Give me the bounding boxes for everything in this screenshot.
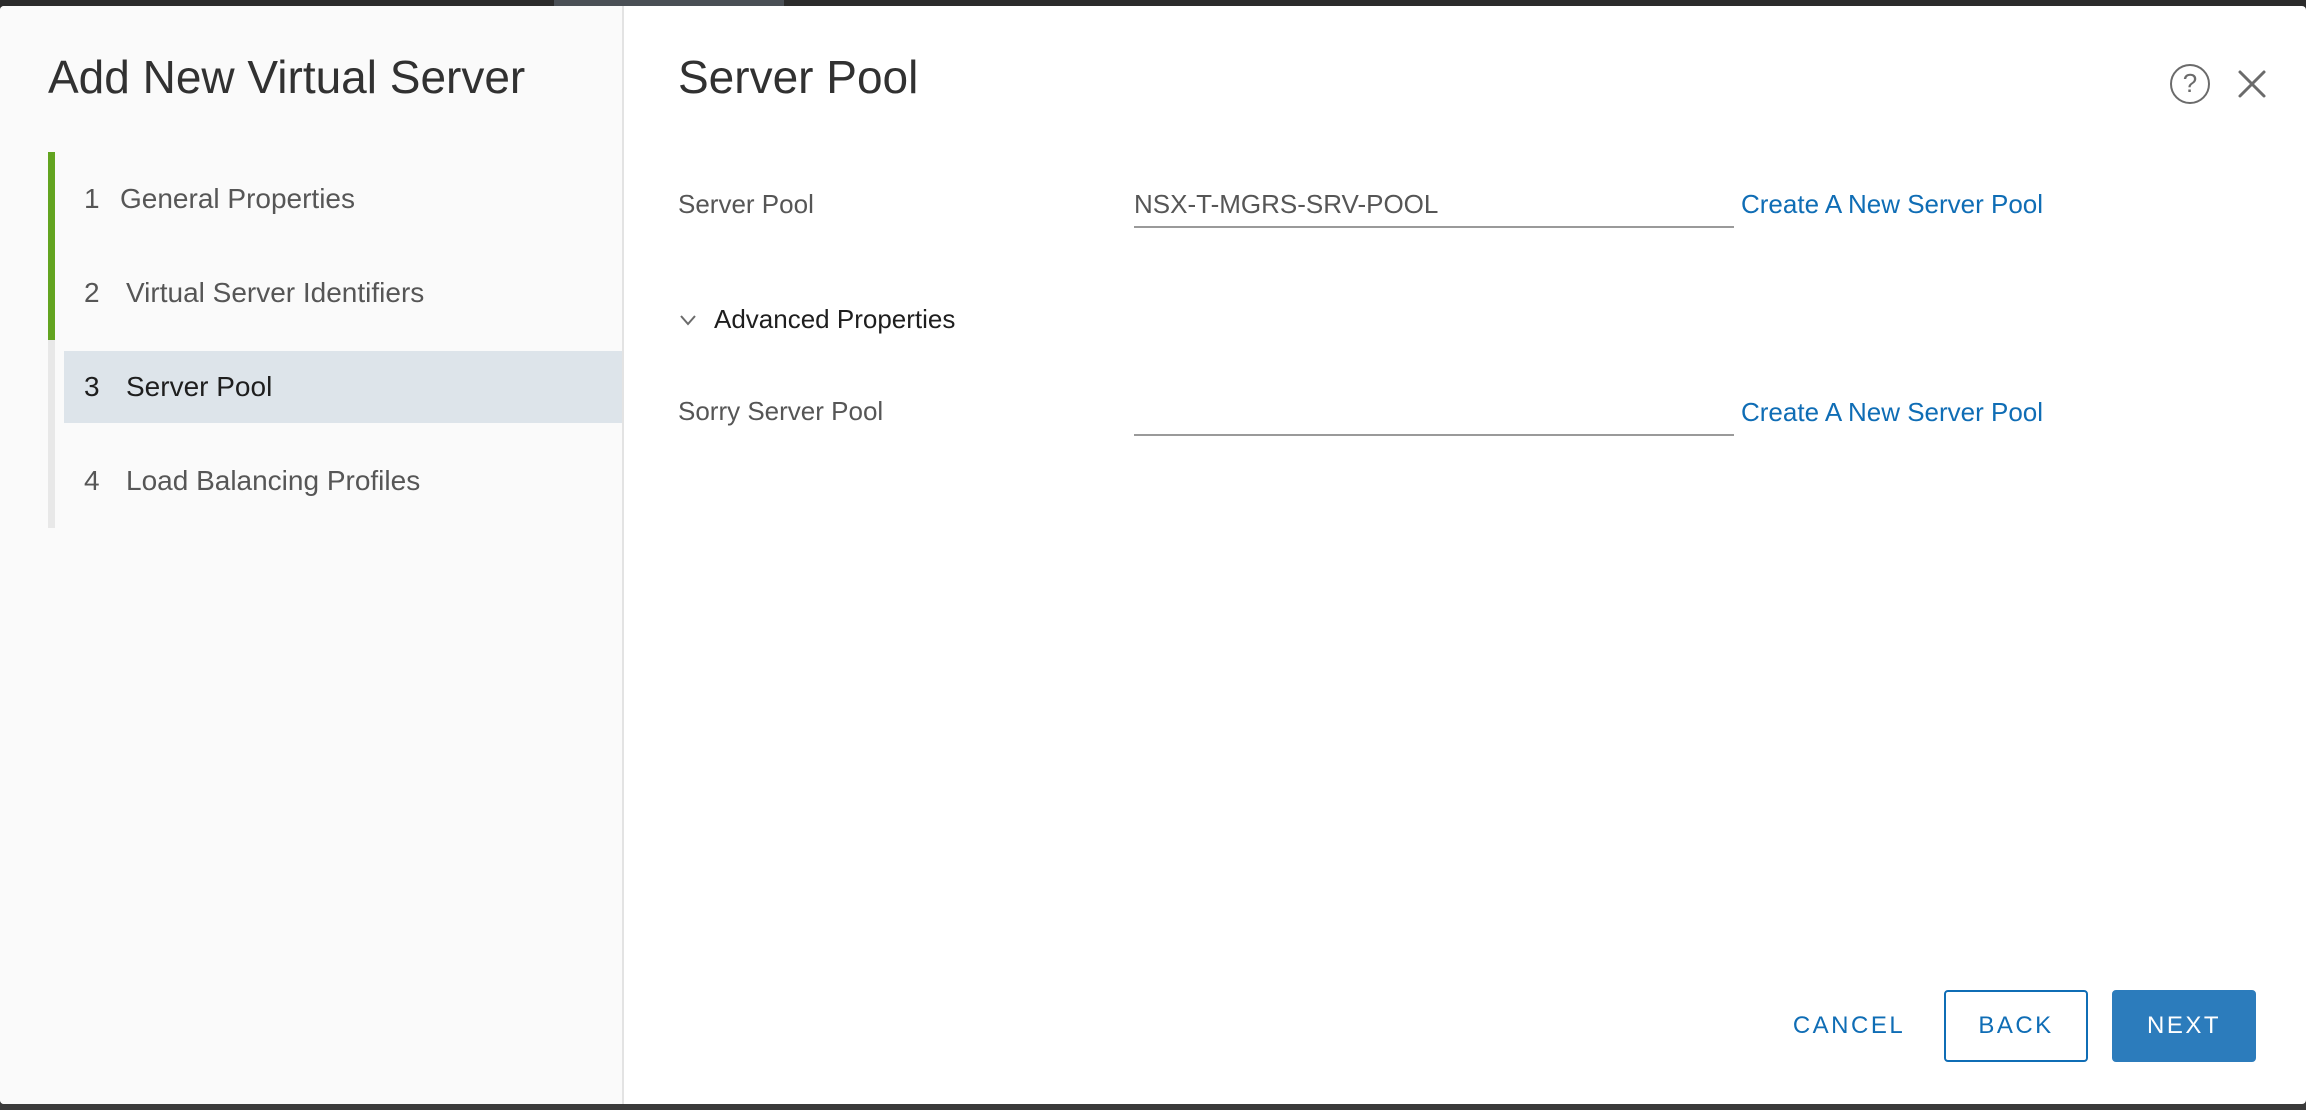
advanced-properties-label: Advanced Properties [714, 304, 956, 334]
server-pool-input[interactable] [1134, 182, 1734, 228]
step-label: Virtual Server Identifiers [126, 277, 425, 308]
chevron-down-icon [680, 314, 696, 326]
wizard-title: Add New Virtual Server [48, 51, 526, 103]
step-load-balancing-profiles[interactable]: 4 Load Balancing Profiles [48, 434, 622, 528]
page-title: Server Pool [678, 51, 919, 103]
wizard-steps: 1 General Properties 2 Virtual Server Id… [48, 152, 622, 528]
wizard-content: Server Pool ? Server Pool Create A New S… [624, 6, 2306, 1104]
sorry-server-pool-label: Sorry Server Pool [678, 396, 884, 426]
sorry-server-pool-input[interactable] [1134, 390, 1734, 436]
server-pool-label: Server Pool [678, 189, 814, 219]
step-number: 3 [84, 371, 100, 402]
advanced-properties-toggle[interactable]: Advanced Properties [678, 304, 955, 335]
step-progress-bar [48, 434, 55, 528]
help-icon[interactable]: ? [2170, 64, 2210, 104]
step-progress-bar [48, 246, 55, 340]
step-number: 4 [84, 465, 100, 496]
next-button[interactable]: NEXT [2112, 990, 2256, 1062]
step-label: Server Pool [126, 371, 273, 402]
create-server-pool-link[interactable]: Create A New Server Pool [1741, 189, 2043, 220]
wizard-sidebar: Add New Virtual Server 1 General Propert… [0, 6, 624, 1104]
step-label: Load Balancing Profiles [126, 465, 421, 496]
create-sorry-server-pool-link[interactable]: Create A New Server Pool [1741, 397, 2043, 428]
step-number: 2 [84, 277, 100, 308]
step-progress-bar [48, 152, 55, 246]
step-virtual-server-identifiers[interactable]: 2 Virtual Server Identifiers [48, 246, 622, 340]
step-label: General Properties [120, 183, 356, 214]
step-general-properties[interactable]: 1 General Properties [48, 152, 622, 246]
step-number: 1 [84, 183, 100, 214]
close-icon[interactable] [2234, 66, 2270, 102]
back-button[interactable]: BACK [1944, 990, 2088, 1062]
cancel-button[interactable]: CANCEL [1774, 990, 1924, 1062]
add-virtual-server-wizard: Add New Virtual Server 1 General Propert… [0, 6, 2306, 1104]
step-server-pool[interactable]: 3 Server Pool [48, 340, 622, 434]
